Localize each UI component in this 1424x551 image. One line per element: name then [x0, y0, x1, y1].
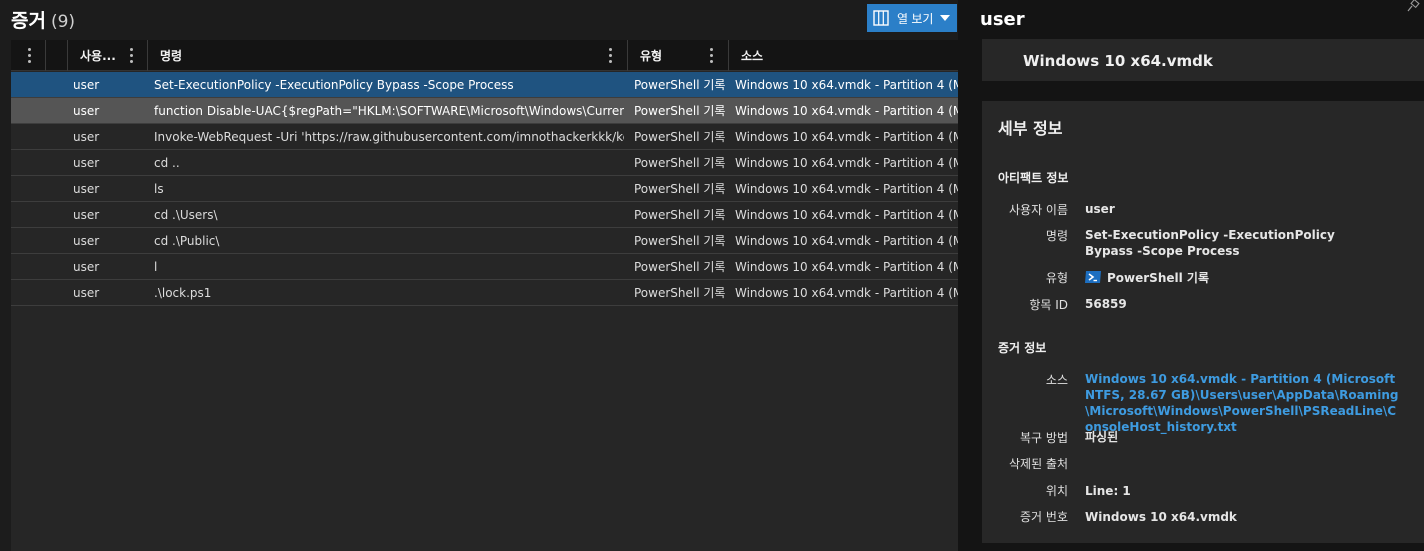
username-value: user	[1085, 202, 1115, 216]
column-view-button[interactable]: 열 보기	[867, 4, 957, 32]
cell-type: PowerShell 기록	[634, 130, 726, 144]
cell-source: Windows 10 x64.vmdk - Partition 4 (Micro	[735, 259, 958, 274]
cell-command: cd .\Users\	[154, 207, 218, 222]
table-row[interactable]: user ls PowerShell 기록 Windows 10 x64.vmdk -…	[11, 176, 958, 202]
cell-source: Windows 10 x64.vmdk - Partition 4 (Micro	[735, 155, 958, 170]
item-id-value: 56859	[1085, 297, 1127, 311]
column-header-command[interactable]: 명령	[147, 40, 627, 71]
evidence-header: 증거 (9)	[11, 6, 75, 32]
cell-command: .\lock.ps1	[154, 285, 212, 300]
header-menu[interactable]	[11, 40, 45, 71]
kebab-icon[interactable]	[709, 48, 713, 63]
cell-user: user	[73, 129, 100, 144]
pin-icon[interactable]	[1406, 0, 1420, 12]
table-row[interactable]: user .\lock.ps1 PowerShell 기록 Windows 10 x6…	[11, 280, 958, 306]
cell-command: function Disable-UAC{$regPath="HKLM:\SOF…	[154, 103, 624, 118]
file-name: Windows 10 x64.vmdk	[1023, 52, 1213, 70]
cell-command: Invoke-WebRequest -Uri 'https://raw.gith…	[154, 129, 624, 144]
cell-user: user	[73, 233, 100, 248]
cell-user: user	[73, 285, 100, 300]
cell-user: user	[73, 259, 100, 274]
cell-source: Windows 10 x64.vmdk - Partition 4 (Micro	[735, 181, 958, 196]
command-value: Set-ExecutionPolicy -ExecutionPolicy Byp…	[1085, 228, 1335, 258]
item-id-label: 항목 ID	[1029, 298, 1068, 312]
table-row[interactable]: user cd .. PowerShell 기록 Windows 10 x64.vmd…	[11, 150, 958, 176]
cell-user: user	[73, 181, 100, 196]
source-label: 소스	[1045, 373, 1068, 387]
table-row[interactable]: user l PowerShell 기록 Windows 10 x64.vmdk - …	[11, 254, 958, 280]
artifact-info-heading: 아티팩트 정보	[998, 171, 1069, 185]
recovery-value: 파싱된	[1085, 430, 1119, 444]
table-row[interactable]: user Set-ExecutionPolicy -ExecutionPolicy…	[11, 72, 958, 98]
column-header-source[interactable]: 소스	[728, 40, 958, 71]
cell-command: l	[154, 259, 158, 274]
cell-source: Windows 10 x64.vmdk - Partition 4 (Micro	[735, 77, 958, 92]
cell-type: PowerShell 기록	[634, 182, 726, 196]
cell-type: PowerShell 기록	[634, 286, 726, 300]
cell-source: Windows 10 x64.vmdk - Partition 4 (Micro	[735, 207, 958, 222]
source-link[interactable]: Windows 10 x64.vmdk - Partition 4 (Micro…	[1085, 371, 1403, 435]
detail-pane: user Windows 10 x64.vmdk 세부 정보 아티팩트 정보 사…	[958, 0, 1424, 551]
evidence-pane: 증거 (9) 열 보기 사용... 명령 유형 소스 user Set-Exec…	[0, 0, 958, 551]
location-label: 위치	[1045, 484, 1068, 498]
cell-command: Set-ExecutionPolicy -ExecutionPolicy Byp…	[154, 77, 514, 92]
column-view-label: 열 보기	[897, 11, 934, 26]
evidence-number-value: Windows 10 x64.vmdk	[1085, 510, 1237, 524]
evidence-info-heading: 증거 정보	[998, 341, 1047, 355]
header-blank[interactable]	[45, 40, 67, 71]
kebab-icon	[27, 48, 31, 63]
cell-source: Windows 10 x64.vmdk - Partition 4 (Micro	[735, 103, 958, 118]
caret-down-icon	[940, 15, 951, 21]
cell-type: PowerShell 기록	[634, 156, 726, 170]
cell-source: Windows 10 x64.vmdk - Partition 4 (Micro	[735, 233, 958, 248]
username-label: 사용자 이름	[1008, 203, 1068, 217]
cell-source: Windows 10 x64.vmdk - Partition 4 (Micro	[735, 129, 958, 144]
command-label: 명령	[1045, 229, 1068, 243]
deleted-source-label: 삭제된 출처	[1008, 457, 1068, 471]
table-row[interactable]: user function Disable-UAC{$regPath="HKLM:…	[11, 98, 958, 124]
column-header-type[interactable]: 유형	[627, 40, 728, 71]
column-header-user[interactable]: 사용...	[67, 40, 147, 71]
detail-title: user	[980, 9, 1025, 30]
cell-type: PowerShell 기록	[634, 260, 726, 274]
details-heading: 세부 정보	[998, 119, 1063, 138]
type-label: 유형	[1045, 271, 1068, 285]
cell-command: cd .\Public\	[154, 233, 220, 248]
powershell-icon	[1085, 271, 1101, 283]
cell-type: PowerShell 기록	[634, 208, 726, 222]
kebab-icon[interactable]	[129, 48, 133, 63]
evidence-number-label: 증거 번호	[1020, 510, 1068, 524]
columns-icon	[873, 10, 889, 26]
cell-user: user	[73, 207, 100, 222]
cell-command: cd ..	[154, 155, 180, 170]
cell-type: PowerShell 기록	[634, 234, 726, 248]
cell-user: user	[73, 77, 100, 92]
type-value: PowerShell 기록	[1085, 270, 1385, 286]
table-header: 사용... 명령 유형 소스	[11, 40, 958, 71]
table-row[interactable]: user Invoke-WebRequest -Uri 'https://raw.…	[11, 124, 958, 150]
evidence-count: (9)	[50, 12, 76, 32]
details-card: 세부 정보 아티팩트 정보 사용자 이름 user 명령 Set-Executi…	[982, 101, 1424, 543]
location-value: Line: 1	[1085, 484, 1131, 498]
file-card: Windows 10 x64.vmdk	[982, 39, 1424, 81]
cell-command: ls	[154, 181, 164, 196]
kebab-icon[interactable]	[608, 48, 612, 63]
cell-source: Windows 10 x64.vmdk - Partition 4 (Micro	[735, 285, 958, 300]
cell-type: PowerShell 기록	[634, 104, 726, 118]
evidence-table: 사용... 명령 유형 소스 user Set-ExecutionPolicy -…	[11, 40, 958, 551]
table-row[interactable]: user cd .\Users\ PowerShell 기록 Windows 10 x…	[11, 202, 958, 228]
page-title: 증거	[11, 10, 46, 32]
cell-user: user	[73, 103, 100, 118]
cell-type: PowerShell 기록	[634, 78, 726, 92]
recovery-label: 복구 방법	[1020, 431, 1068, 445]
table-row[interactable]: user cd .\Public\ PowerShell 기록 Windows 10 …	[11, 228, 958, 254]
cell-user: user	[73, 155, 100, 170]
